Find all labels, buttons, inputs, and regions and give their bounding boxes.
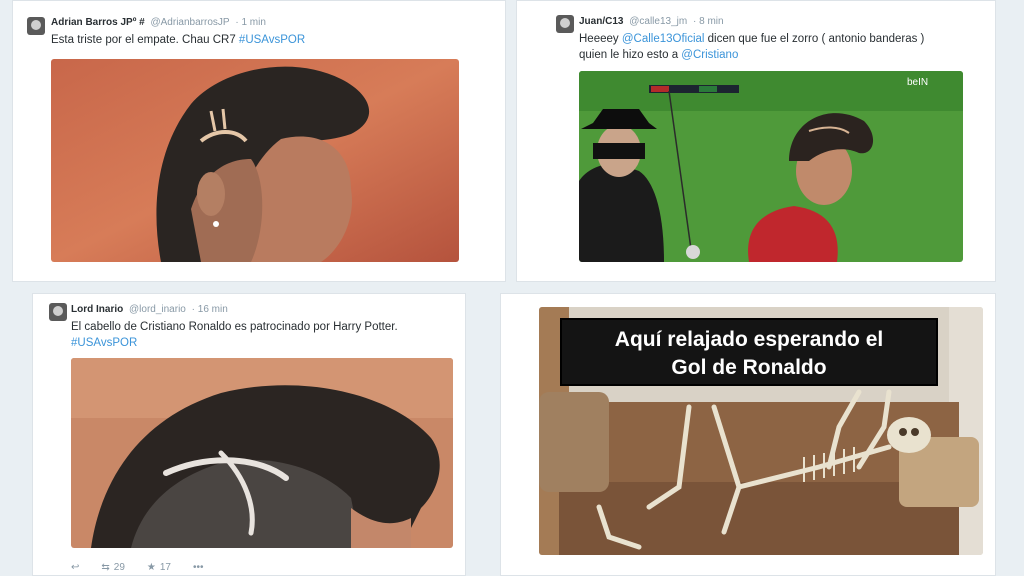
author-mark: º # [132, 17, 145, 28]
reply-action[interactable]: ↩ [71, 562, 79, 573]
tweet-text: El cabello de Cristiano Ronaldo es patro… [71, 319, 461, 351]
retweet-count: 29 [113, 562, 125, 573]
tweet-text: Heeeey @Calle13Oficial dicen que fue el … [579, 31, 979, 63]
ronaldo-sad-haircut-photo [51, 59, 459, 262]
meme-caption-line1: Aquí relajado esperando el [614, 328, 884, 351]
tweet-card-1: Adrian Barros JPº # @AdrianbarrosJP · 1 … [12, 0, 506, 282]
author-handle[interactable]: @calle13_jm [629, 16, 687, 27]
more-action[interactable]: ••• [193, 562, 204, 573]
tweet-text: Esta triste por el empate. Chau CR7 #USA… [51, 32, 481, 48]
avatar[interactable] [27, 17, 45, 35]
tweet-text-body: Esta triste por el empate. Chau CR7 [51, 34, 239, 46]
tweet-author[interactable]: Lord Inario @lord_inario · 16 min [71, 304, 228, 315]
author-name[interactable]: Juan/C13 [579, 16, 623, 27]
author-name[interactable]: Adrian Barros JP [51, 17, 133, 28]
meme-collage: Adrian Barros JPº # @AdrianbarrosJP · 1 … [0, 0, 1024, 576]
hashtag-link[interactable]: #USAvsPOR [71, 337, 137, 349]
tweet-time[interactable]: · 16 min [192, 304, 228, 315]
tweet-text-prefix: Heeeey [579, 33, 622, 45]
tweet-photo[interactable] [51, 59, 459, 262]
author-handle[interactable]: @lord_inario [129, 304, 186, 315]
tweet-author[interactable]: Adrian Barros JPº # @AdrianbarrosJP · 1 … [51, 17, 266, 28]
ronaldo-haircut-closeup-photo [71, 358, 453, 548]
favorite-action[interactable]: ★ 17 [147, 562, 171, 573]
author-handle[interactable]: @AdrianbarrosJP [150, 17, 229, 28]
tweet-card-3: Lord Inario @lord_inario · 16 min El cab… [32, 293, 466, 576]
tweet-author[interactable]: Juan/C13 @calle13_jm · 8 min [579, 16, 724, 27]
retweet-action[interactable]: ⇆ 29 [101, 562, 125, 573]
author-name[interactable]: Lord Inario [71, 304, 123, 315]
zorro-ronaldo-photo: beIN [579, 71, 963, 262]
favorite-icon: ★ [146, 562, 156, 573]
tweet-text-body: El cabello de Cristiano Ronaldo es patro… [71, 321, 398, 333]
tweet-text-line2: quien le hizo esto a [579, 49, 682, 61]
tweet-time[interactable]: · 1 min [235, 17, 266, 28]
favorite-count: 17 [159, 562, 171, 573]
tweet-actions: ↩ ⇆ 29 ★ 17 ••• [71, 562, 204, 573]
hashtag-link[interactable]: #USAvsPOR [239, 34, 305, 46]
broadcast-logo: beIN [907, 77, 928, 88]
meme-caption: Aquí relajado esperando el Gol de Ronald… [560, 318, 938, 386]
avatar[interactable] [49, 303, 67, 321]
more-icon: ••• [193, 562, 204, 573]
mention-link[interactable]: @Calle13Oficial [622, 33, 705, 45]
avatar[interactable] [556, 15, 574, 33]
tweet-time[interactable]: · 8 min [693, 16, 724, 27]
tweet-text-middle: dicen que fue el zorro ( antonio bandera… [704, 33, 925, 45]
mention-link-2[interactable]: @Cristiano [681, 49, 738, 61]
retweet-icon: ⇆ [101, 562, 110, 573]
tweet-card-2: Juan/C13 @calle13_jm · 8 min Heeeey @Cal… [516, 0, 996, 282]
tweet-photo[interactable]: beIN [579, 71, 963, 262]
tweet-photo[interactable] [71, 358, 453, 548]
meme-caption-line2: Gol de Ronaldo [671, 356, 827, 379]
reply-icon: ↩ [71, 562, 80, 573]
